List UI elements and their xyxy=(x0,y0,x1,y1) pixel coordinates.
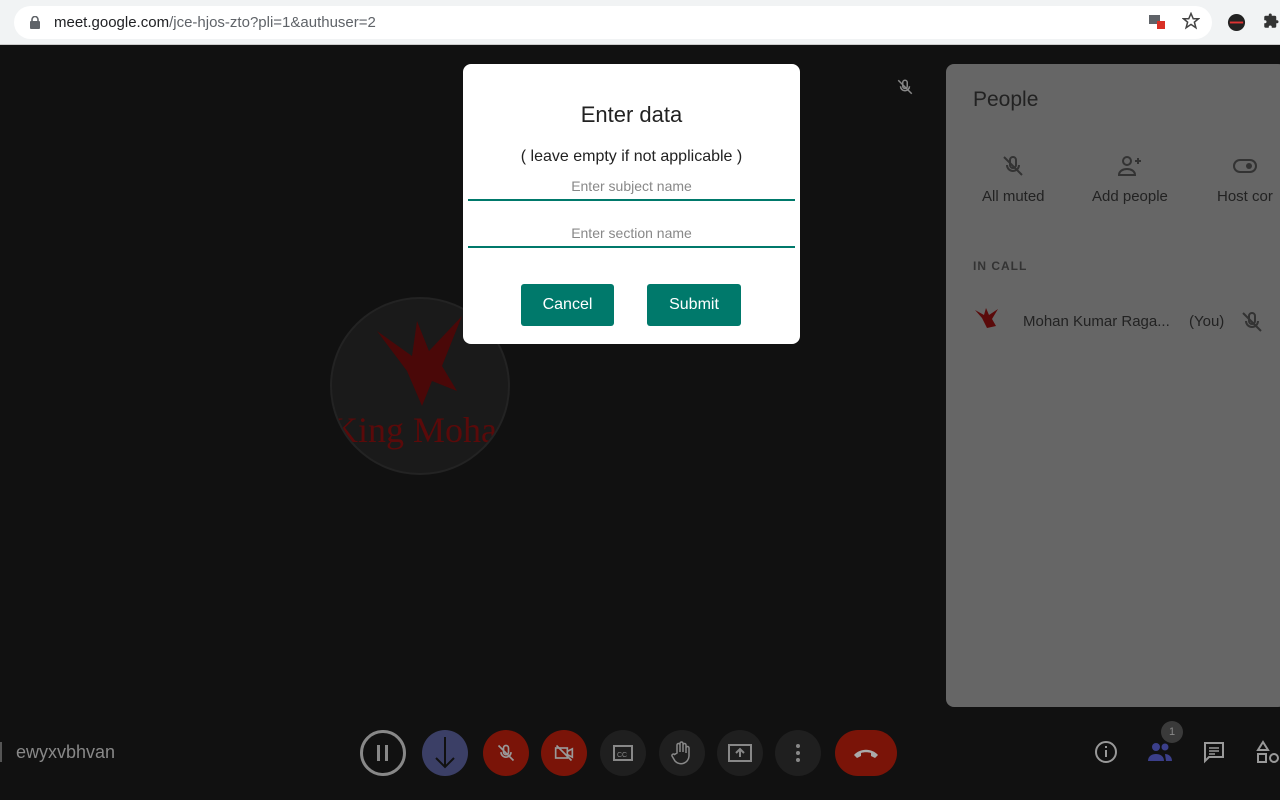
extensions-icon[interactable] xyxy=(1262,12,1280,30)
camera-blocked-icon[interactable] xyxy=(1148,12,1166,30)
hang-up-icon xyxy=(854,749,878,758)
cancel-button[interactable]: Cancel xyxy=(521,284,614,326)
section-name-input[interactable] xyxy=(468,220,795,248)
camera-button[interactable] xyxy=(541,730,587,776)
mic-off-icon xyxy=(497,744,515,762)
panel-title: People xyxy=(973,88,1039,111)
participant-avatar xyxy=(975,308,998,328)
profile-avatar-icon[interactable] xyxy=(1227,13,1246,32)
mic-off-icon xyxy=(897,79,913,95)
mic-off-icon xyxy=(1242,311,1262,332)
person-add-icon xyxy=(1117,156,1141,176)
hand-icon xyxy=(671,741,690,765)
dialog-subtitle: ( leave empty if not applicable ) xyxy=(520,148,743,165)
lock-icon xyxy=(30,16,40,29)
participant-row[interactable]: Mohan Kumar Raga... (You) xyxy=(968,302,1280,342)
eagle-icon xyxy=(377,316,462,406)
enter-data-dialog: Enter data ( leave empty if not applicab… xyxy=(463,64,800,344)
toggle-icon xyxy=(1232,159,1257,173)
meeting-info-icon[interactable] xyxy=(1094,740,1118,764)
in-call-label: IN CALL xyxy=(973,259,1028,273)
people-icon[interactable] xyxy=(1147,740,1173,764)
present-icon xyxy=(728,744,752,762)
address-bar[interactable]: meet.google.com/jce-hjos-zto?pli=1&authu… xyxy=(14,6,1212,39)
pause-icon xyxy=(377,745,388,761)
captions-icon: CC xyxy=(613,745,633,761)
participant-name: Mohan Kumar Raga... xyxy=(1023,313,1170,330)
raise-hand-button[interactable] xyxy=(659,730,705,776)
microphone-button[interactable] xyxy=(483,730,529,776)
host-controls-button[interactable]: Host cor xyxy=(1217,154,1273,205)
subject-name-input[interactable] xyxy=(468,173,795,201)
present-button[interactable] xyxy=(717,730,763,776)
participant-you-label: (You) xyxy=(1189,313,1225,330)
svg-text:CC: CC xyxy=(617,752,627,759)
download-button[interactable] xyxy=(422,730,468,776)
star-icon[interactable] xyxy=(1182,12,1200,30)
url-text: meet.google.com/jce-hjos-zto?pli=1&authu… xyxy=(54,14,376,31)
all-muted-button[interactable]: All muted xyxy=(982,154,1045,205)
mic-off-icon xyxy=(1003,155,1023,176)
captions-button[interactable]: CC xyxy=(600,730,646,776)
chat-icon[interactable] xyxy=(1202,740,1226,764)
more-vert-icon xyxy=(796,744,800,762)
browser-toolbar: meet.google.com/jce-hjos-zto?pli=1&authu… xyxy=(0,0,1280,45)
add-people-button[interactable]: Add people xyxy=(1092,154,1168,205)
dialog-title: Enter data xyxy=(580,102,683,127)
camera-off-icon xyxy=(554,744,574,762)
logo-text: King Mohan xyxy=(332,410,510,450)
pause-button[interactable] xyxy=(360,730,406,776)
divider xyxy=(0,742,2,762)
more-options-button[interactable] xyxy=(775,730,821,776)
activities-icon[interactable] xyxy=(1256,740,1280,764)
people-panel: People All muted Add people Host cor IN … xyxy=(946,64,1280,707)
submit-button[interactable]: Submit xyxy=(647,284,741,326)
self-name-label: ewyxvbhvan xyxy=(16,742,116,762)
leave-call-button[interactable] xyxy=(835,730,897,776)
arrow-down-icon xyxy=(435,737,455,769)
